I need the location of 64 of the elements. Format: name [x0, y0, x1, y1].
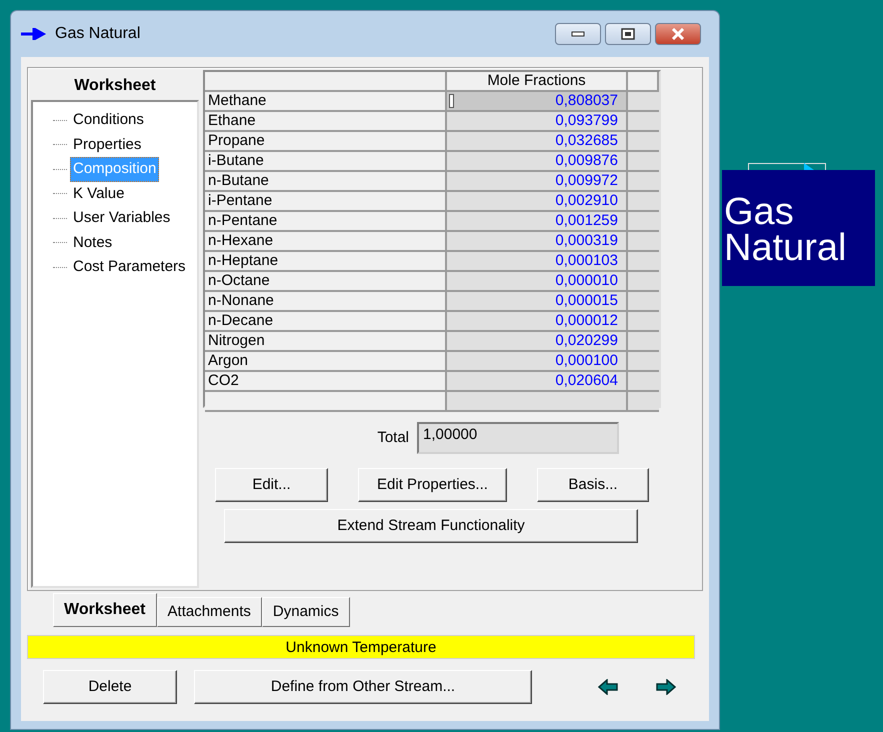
table-cell: n-Heptane [205, 252, 447, 272]
tree-item[interactable]: Notes [70, 230, 116, 255]
table-cell: n-Pentane [205, 212, 447, 232]
total-field: 1,00000 [417, 422, 619, 454]
minimize-button[interactable] [555, 23, 601, 45]
table-cell[interactable]: 0,000319 [447, 232, 628, 252]
back-arrow-icon[interactable] [598, 679, 618, 695]
table-cell: n-Nonane [205, 292, 447, 312]
column-header [628, 72, 659, 92]
table-cell[interactable]: 0,020604 [447, 372, 628, 392]
total-label: Total [377, 428, 409, 448]
table-cell: Argon [205, 352, 447, 372]
tree-item[interactable]: Cost Parameters [70, 255, 189, 280]
status-bar: Unknown Temperature [27, 635, 695, 659]
table-cell[interactable]: 0,000015 [447, 292, 628, 312]
extend-stream-button[interactable]: Extend Stream Functionality [224, 509, 638, 543]
table-cell: CO2 [205, 372, 447, 392]
dialog-button[interactable]: Edit Properties... [358, 468, 507, 502]
table-cell[interactable]: 0,000012 [447, 312, 628, 332]
maximize-icon [621, 28, 635, 40]
table-cell: Propane [205, 132, 447, 152]
table-cell[interactable]: 0,001259 [447, 212, 628, 232]
sidebar-title: Worksheet [73, 76, 157, 96]
table-cell[interactable]: 0,002910 [447, 192, 628, 212]
table-cell: Ethane [205, 112, 447, 132]
maximize-button[interactable] [605, 23, 651, 45]
table-cell[interactable]: 0,000010 [447, 272, 628, 292]
minimize-icon [571, 31, 585, 37]
table-cell: n-Octane [205, 272, 447, 292]
column-header: Mole Fractions [447, 72, 628, 92]
stream-arrow-icon [21, 28, 47, 40]
table-cell: i-Pentane [205, 192, 447, 212]
window-title: Gas Natural [55, 24, 140, 44]
table-cell: i-Butane [205, 152, 447, 172]
text-cursor [449, 94, 454, 108]
tree-item[interactable]: Conditions [70, 108, 147, 132]
tree-item[interactable]: Properties [70, 132, 144, 157]
dialog-button[interactable]: Edit... [215, 468, 328, 502]
tab[interactable]: Attachments [156, 597, 262, 627]
table-cell: n-Butane [205, 172, 447, 192]
table-cell[interactable]: 0,000103 [447, 252, 628, 272]
table-cell[interactable]: 0,032685 [447, 132, 628, 152]
stream-label[interactable]: Gas Natural [722, 170, 875, 286]
tab[interactable]: Dynamics [262, 597, 350, 627]
table-cell: Nitrogen [205, 332, 447, 352]
tree-item[interactable]: User Variables [70, 206, 174, 230]
delete-button[interactable]: Delete [43, 670, 177, 704]
tree-item[interactable]: K Value [70, 182, 128, 206]
tab[interactable]: Worksheet [53, 593, 157, 627]
table-cell: n-Hexane [205, 232, 447, 252]
table-cell: n-Decane [205, 312, 447, 332]
close-button[interactable] [655, 23, 701, 45]
table-cell: Methane [205, 92, 447, 112]
define-stream-button[interactable]: Define from Other Stream... [194, 670, 532, 704]
table-cell[interactable]: 0,000100 [447, 352, 628, 372]
close-icon [670, 28, 686, 40]
forward-arrow-icon[interactable] [656, 679, 676, 695]
dialog-button[interactable]: Basis... [537, 468, 649, 502]
table-cell[interactable]: 0,009972 [447, 172, 628, 192]
table-cell[interactable]: 0,009876 [447, 152, 628, 172]
corner-marker-icon [804, 163, 814, 170]
table-cell[interactable]: 0,808037 [447, 92, 628, 112]
table-cell[interactable]: 0,093799 [447, 112, 628, 132]
table-cell[interactable]: 0,020299 [447, 332, 628, 352]
